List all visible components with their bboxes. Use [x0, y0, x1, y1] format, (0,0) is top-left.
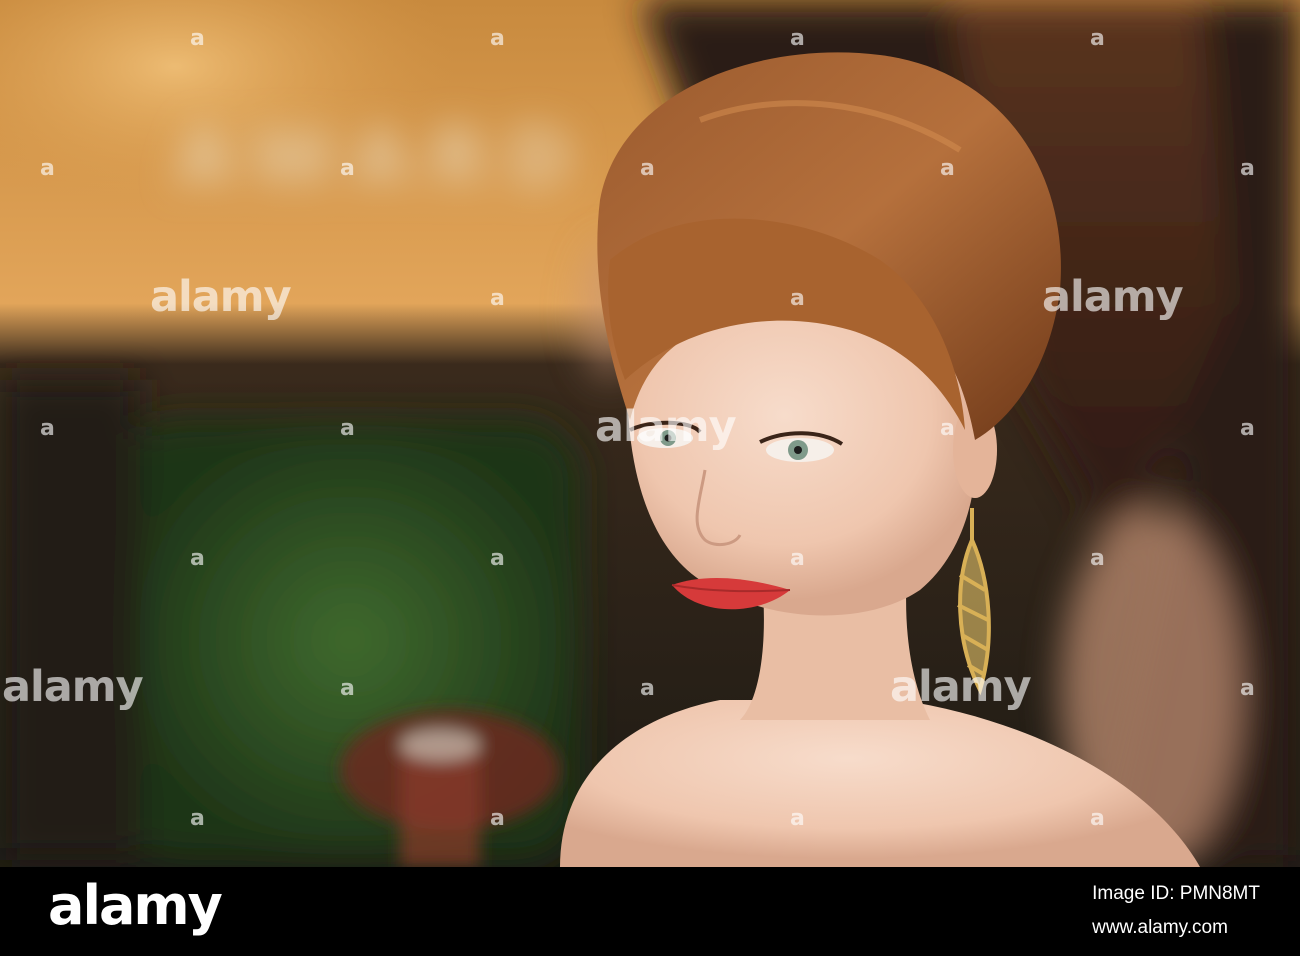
- portrait-photo: AWARD: [0, 0, 1300, 867]
- stock-photo-page: AWARD a a a a a a a a a alamy a a alamy …: [0, 0, 1300, 956]
- site-url[interactable]: www.alamy.com: [1092, 911, 1260, 945]
- brand-logo: alamy: [48, 874, 223, 937]
- background-sign-text: AWARD: [175, 114, 590, 204]
- image-id-label: Image ID:: [1092, 883, 1175, 904]
- footer-bar: alamy Image ID: PMN8MT www.alamy.com: [0, 867, 1300, 956]
- image-id-row: Image ID: PMN8MT: [1092, 877, 1260, 911]
- image-id-value: PMN8MT: [1179, 883, 1260, 904]
- footer-meta: Image ID: PMN8MT www.alamy.com: [1092, 877, 1260, 945]
